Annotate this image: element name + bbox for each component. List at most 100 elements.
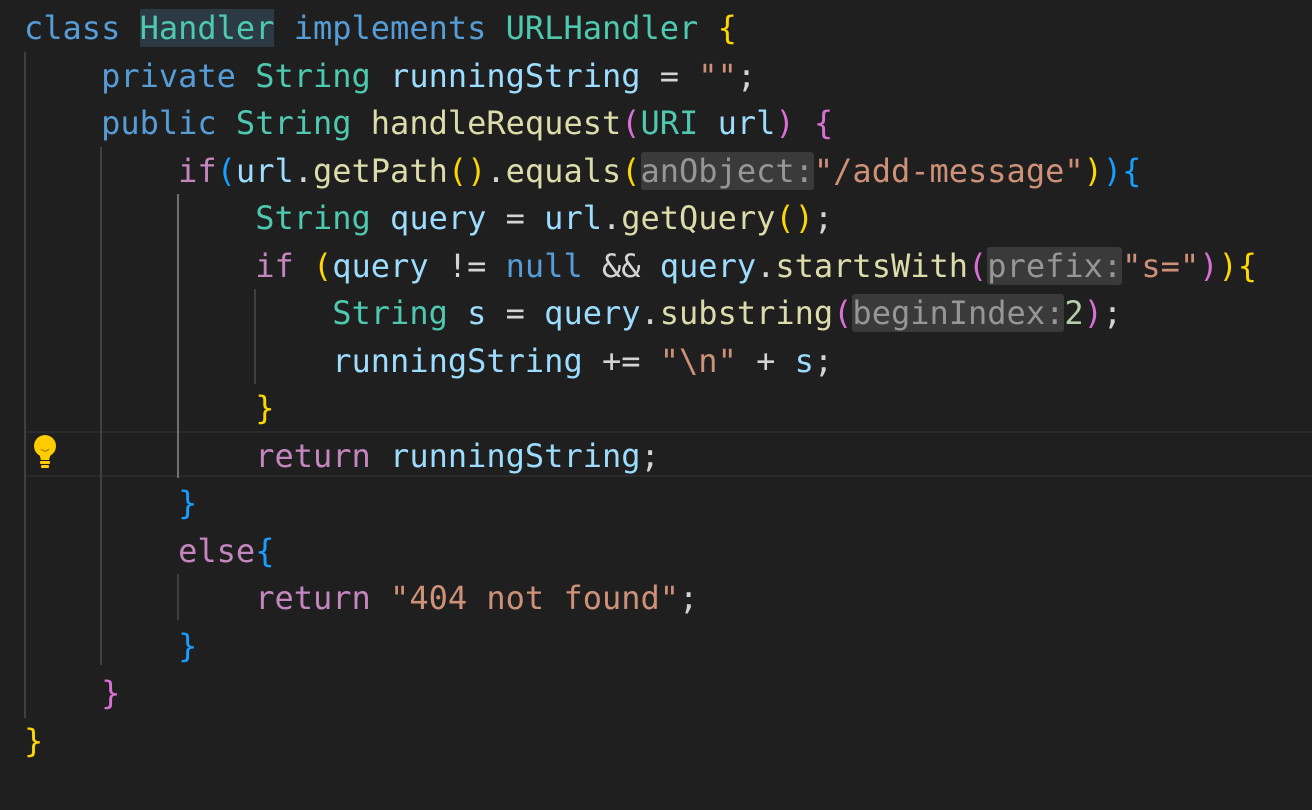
code-token: } bbox=[178, 626, 198, 665]
code-token: { bbox=[1237, 246, 1257, 285]
code-token: query bbox=[332, 246, 429, 285]
code-token: { bbox=[813, 104, 834, 142]
code-token: } bbox=[101, 674, 121, 712]
code-token: ; bbox=[736, 56, 757, 95]
code-token: { bbox=[255, 531, 275, 570]
code-line[interactable]: String query = url.getQuery(); bbox=[24, 194, 833, 242]
code-token: s bbox=[467, 294, 487, 332]
code-token: ( bbox=[621, 104, 641, 142]
code-token: + bbox=[736, 341, 795, 380]
code-token: else bbox=[178, 531, 256, 570]
code-token: . bbox=[756, 246, 776, 285]
code-token: null bbox=[505, 246, 583, 285]
code-token: && bbox=[582, 246, 660, 285]
code-line[interactable]: class Handler implements URLHandler { bbox=[24, 4, 737, 52]
code-line[interactable]: } bbox=[24, 669, 120, 717]
code-token: String bbox=[255, 56, 371, 95]
code-token: } bbox=[24, 721, 44, 760]
code-token: query bbox=[544, 294, 641, 332]
code-token: . bbox=[640, 294, 660, 332]
code-line[interactable]: } bbox=[24, 622, 197, 670]
code-token: ; bbox=[679, 579, 699, 617]
code-token: substring bbox=[659, 294, 834, 332]
code-token: getQuery bbox=[621, 199, 776, 237]
code-line[interactable]: } bbox=[24, 717, 43, 765]
code-token: ( bbox=[621, 151, 641, 190]
code-token: class bbox=[24, 9, 121, 47]
code-token: implements bbox=[293, 9, 487, 47]
code-token: runningString bbox=[332, 341, 583, 380]
code-token: "404 not found" bbox=[390, 579, 680, 617]
code-token: return bbox=[255, 579, 371, 617]
code-token: ) bbox=[1083, 151, 1103, 190]
code-token: ; bbox=[640, 436, 660, 475]
code-token: ( bbox=[968, 246, 988, 285]
code-token: () bbox=[775, 199, 814, 237]
code-token: Handler bbox=[139, 9, 275, 47]
code-token: String bbox=[255, 199, 371, 237]
code-token: return bbox=[255, 436, 371, 475]
code-token: ) bbox=[1218, 246, 1238, 285]
code-token: 2 bbox=[1064, 294, 1084, 332]
code-token: . bbox=[293, 151, 313, 190]
inlay-hint: anObject: bbox=[640, 151, 814, 190]
code-token: () bbox=[447, 151, 487, 190]
code-token: ( bbox=[833, 294, 853, 332]
code-token: getPath bbox=[312, 151, 448, 190]
code-token: } bbox=[178, 484, 198, 522]
code-token: url bbox=[544, 199, 602, 237]
code-token: = bbox=[486, 199, 545, 237]
code-line[interactable]: else{ bbox=[24, 527, 274, 575]
code-line[interactable]: return runningString; bbox=[24, 432, 660, 480]
code-line[interactable]: if (query != null && query.startsWith(pr… bbox=[24, 242, 1257, 290]
code-token: handleRequest bbox=[370, 104, 622, 142]
code-token: ) bbox=[1199, 246, 1219, 285]
code-token: "" bbox=[698, 56, 737, 95]
code-token: query bbox=[390, 199, 487, 237]
code-token: private bbox=[101, 56, 236, 95]
code-line[interactable]: } bbox=[24, 479, 197, 527]
code-token: = bbox=[640, 56, 699, 95]
code-token: { bbox=[1122, 151, 1142, 190]
code-token: != bbox=[428, 246, 506, 285]
code-line[interactable]: } bbox=[24, 384, 274, 432]
code-token: . bbox=[486, 151, 506, 190]
code-token: "/add-message" bbox=[813, 151, 1084, 190]
code-line[interactable]: public String handleRequest(URI url) { bbox=[24, 99, 833, 147]
code-token: URLHandler bbox=[505, 9, 699, 47]
code-token: runningString bbox=[390, 56, 641, 95]
code-token: ( bbox=[312, 246, 333, 285]
code-token: { bbox=[717, 9, 737, 47]
code-line[interactable]: String s = query.substring(beginIndex:2)… bbox=[24, 289, 1122, 337]
code-line[interactable]: private String runningString = ""; bbox=[24, 52, 756, 100]
code-editor[interactable]: class Handler implements URLHandler { pr… bbox=[0, 0, 1312, 810]
code-token: startsWith bbox=[775, 246, 969, 285]
code-line[interactable]: if(url.getPath().equals(anObject:"/add-m… bbox=[24, 147, 1141, 195]
code-token: ; bbox=[813, 341, 834, 380]
code-token: url bbox=[717, 104, 776, 142]
code-line[interactable]: return "404 not found"; bbox=[24, 574, 698, 622]
code-line[interactable]: runningString += "\n" + s; bbox=[24, 337, 833, 385]
